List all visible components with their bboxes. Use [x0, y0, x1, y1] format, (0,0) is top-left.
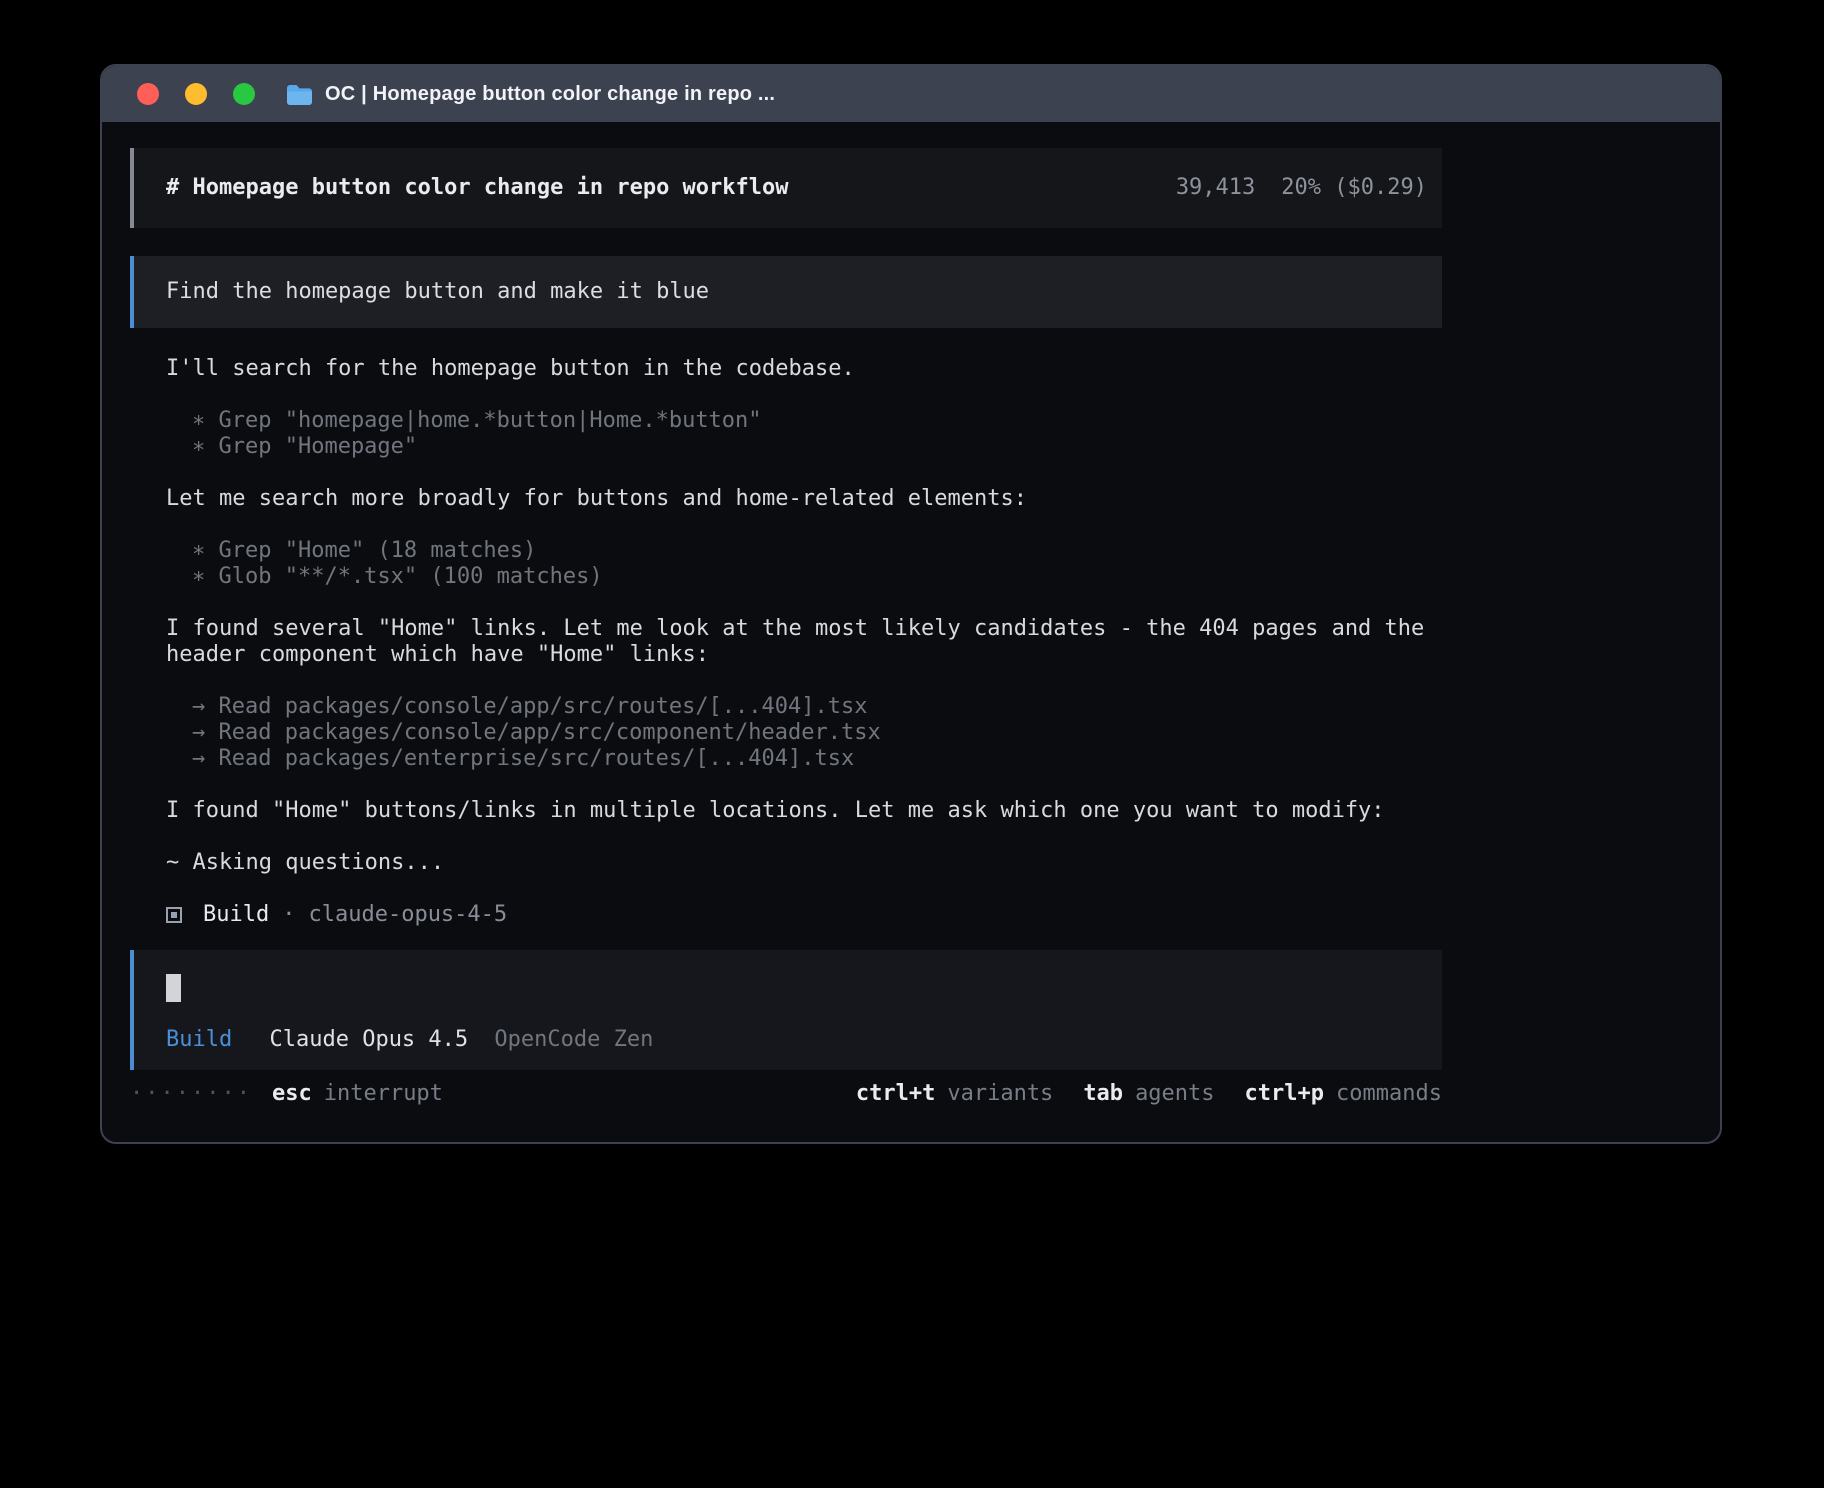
agent-square-icon [166, 907, 182, 923]
folder-icon [286, 84, 313, 105]
session-title: # Homepage button color change in repo w… [166, 175, 789, 201]
commands-label: commands [1336, 1081, 1442, 1106]
assistant-paragraph: I found "Home" buttons/links in multiple… [166, 798, 1442, 824]
assistant-paragraph: I'll search for the homepage button in t… [166, 356, 1442, 382]
agents-label: agents [1135, 1081, 1214, 1106]
traffic-lights [137, 83, 255, 105]
model-name: Claude Opus 4.5 [269, 1027, 468, 1052]
shortcut-commands: ctrl+p commands [1245, 1081, 1442, 1107]
tab-key: tab [1083, 1081, 1123, 1106]
tool-call-group: ∗ Grep "Home" (18 matches) ∗ Glob "**/*.… [166, 538, 1442, 590]
prompt-input[interactable]: Build Claude Opus 4.5 OpenCode Zen [130, 950, 1442, 1070]
esc-label: interrupt [324, 1081, 443, 1106]
agent-status-line: Build · claude-opus-4-5 [166, 902, 1442, 928]
shortcut-interrupt: esc interrupt [272, 1081, 443, 1107]
terminal-window: OC | Homepage button color change in rep… [100, 64, 1722, 1144]
agent-separator: · [282, 902, 295, 928]
assistant-response: I'll search for the homepage button in t… [130, 356, 1442, 928]
user-message: Find the homepage button and make it blu… [130, 256, 1442, 328]
user-message-text: Find the homepage button and make it blu… [166, 279, 709, 304]
tool-call-grep: ∗ Grep "homepage|home.*button|Home.*butt… [192, 408, 1442, 434]
tool-call-read: → Read packages/console/app/src/routes/[… [192, 694, 1442, 720]
agent-model: claude-opus-4-5 [308, 902, 507, 928]
zoom-button[interactable] [233, 83, 255, 105]
tool-call-group: ∗ Grep "homepage|home.*button|Home.*butt… [166, 408, 1442, 460]
session-header: # Homepage button color change in repo w… [130, 148, 1442, 228]
tool-call-grep: ∗ Grep "Home" (18 matches) [192, 538, 1442, 564]
assistant-paragraph: Let me search more broadly for buttons a… [166, 486, 1442, 512]
provider-name: OpenCode Zen [494, 1027, 653, 1052]
agent-name: Build [203, 902, 269, 928]
shortcut-group: ctrl+t variants tab agents ctrl+p commands [856, 1081, 1442, 1107]
text-cursor [166, 974, 181, 1002]
variants-label: variants [947, 1081, 1053, 1106]
token-count: 39,413 [1176, 175, 1255, 200]
spinner-dots: ········ [130, 1081, 252, 1107]
shortcut-agents: tab agents [1083, 1081, 1214, 1107]
tool-call-glob: ∗ Glob "**/*.tsx" (100 matches) [192, 564, 1442, 590]
status-bar: ········ esc interrupt ctrl+t variants tab… [130, 1081, 1442, 1107]
shortcut-variants: ctrl+t variants [856, 1081, 1053, 1107]
context-cost: 20% ($0.29) [1281, 175, 1427, 200]
agent-mode-label[interactable]: Build [166, 1027, 232, 1052]
tool-call-read: → Read packages/console/app/src/componen… [192, 720, 1442, 746]
ctrl-p-key: ctrl+p [1245, 1081, 1324, 1106]
ctrl-t-key: ctrl+t [856, 1081, 935, 1106]
close-button[interactable] [137, 83, 159, 105]
tool-call-group: → Read packages/console/app/src/routes/[… [166, 694, 1442, 772]
input-status-line: Build Claude Opus 4.5 OpenCode Zen [166, 1027, 1410, 1053]
titlebar[interactable]: OC | Homepage button color change in rep… [102, 66, 1720, 122]
assistant-status: ~ Asking questions... [166, 850, 1442, 876]
tool-call-grep: ∗ Grep "Homepage" [192, 434, 1442, 460]
esc-key: esc [272, 1081, 312, 1106]
session-stats: 39,413 20% ($0.29) [1176, 175, 1427, 201]
tool-call-read: → Read packages/enterprise/src/routes/[.… [192, 746, 1442, 772]
minimize-button[interactable] [185, 83, 207, 105]
terminal-content: # Homepage button color change in repo w… [130, 122, 1442, 1107]
window-title: OC | Homepage button color change in rep… [325, 83, 775, 106]
assistant-paragraph: I found several "Home" links. Let me loo… [166, 616, 1442, 668]
